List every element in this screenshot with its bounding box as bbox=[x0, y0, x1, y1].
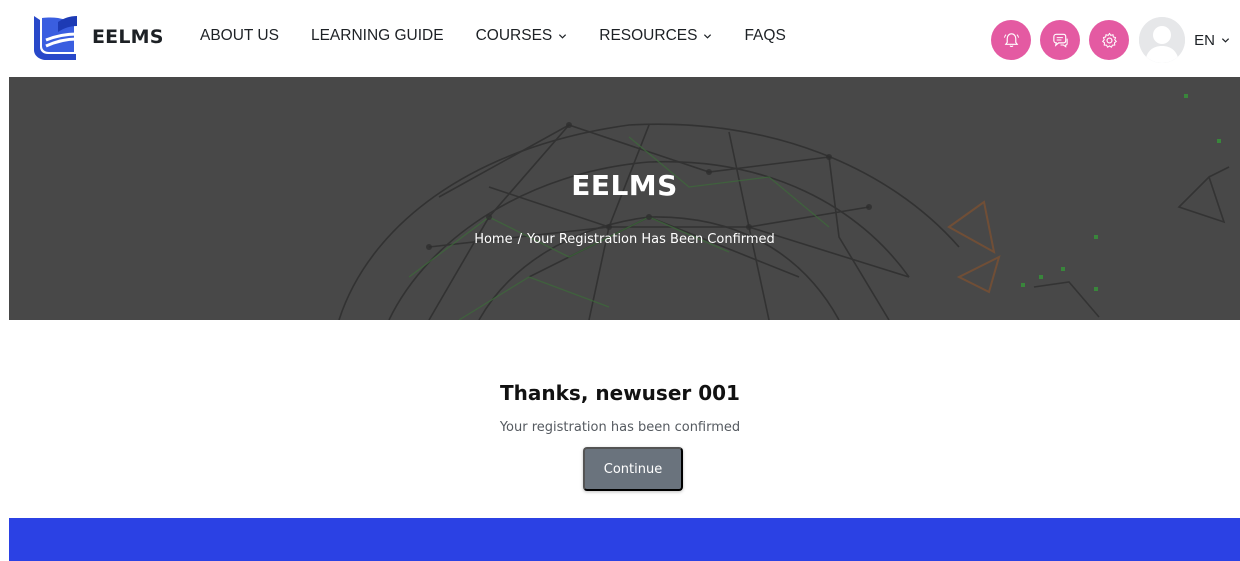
nav-item-label: COURSES bbox=[475, 27, 553, 44]
language-selector[interactable]: EN bbox=[1194, 32, 1230, 49]
nav-item-label: FAQS bbox=[744, 27, 786, 44]
brand-name: EELMS bbox=[92, 26, 164, 48]
messages-icon bbox=[1052, 33, 1068, 48]
default-user-avatar-icon bbox=[1139, 17, 1186, 63]
settings-button[interactable] bbox=[1089, 20, 1130, 60]
nav-item-label: LEARNING GUIDE bbox=[310, 27, 444, 44]
top-navbar: EELMS ABOUT US LEARNING GUIDE COURSES RE… bbox=[0, 0, 1240, 77]
chevron-down-icon bbox=[703, 32, 712, 41]
notification-bell-icon bbox=[1003, 32, 1019, 47]
messages-button[interactable] bbox=[1040, 20, 1081, 60]
book-logo-icon bbox=[34, 16, 78, 60]
nav-item-learning-guide[interactable]: LEARNING GUIDE bbox=[311, 27, 444, 45]
chevron-down-icon bbox=[1221, 32, 1230, 49]
footer-bar bbox=[9, 518, 1240, 561]
chevron-down-icon bbox=[558, 32, 567, 41]
page-title: EELMS bbox=[571, 169, 678, 202]
confirmation-heading: Thanks, newuser 001 bbox=[500, 381, 740, 405]
primary-nav: ABOUT US LEARNING GUIDE COURSES RESOURCE… bbox=[200, 27, 818, 45]
nav-item-label: ABOUT US bbox=[200, 27, 279, 44]
nav-item-about-us[interactable]: ABOUT US bbox=[200, 27, 279, 45]
breadcrumb-current: Your Registration Has Been Confirmed bbox=[526, 232, 775, 247]
nav-item-faqs[interactable]: FAQS bbox=[744, 27, 785, 45]
settings-gear-icon bbox=[1101, 32, 1117, 48]
confirmation-message: Your registration has been confirmed bbox=[499, 420, 741, 435]
user-avatar[interactable] bbox=[1139, 17, 1186, 63]
nav-item-courses[interactable]: COURSES bbox=[476, 27, 568, 45]
continue-button[interactable]: Continue bbox=[583, 447, 683, 491]
breadcrumb: Home / Your Registration Has Been Confirme… bbox=[9, 232, 1240, 247]
notifications-button[interactable] bbox=[991, 20, 1032, 60]
language-label: EN bbox=[1194, 31, 1215, 49]
breadcrumb-separator: / bbox=[517, 232, 522, 247]
breadcrumb-home-link[interactable]: Home bbox=[474, 232, 512, 247]
user-actions: EN bbox=[991, 17, 1230, 63]
nav-item-label: RESOURCES bbox=[599, 27, 698, 44]
page-header-banner: EELMS Home / Your Registration Has Been Co… bbox=[9, 77, 1240, 320]
brand-home-link[interactable]: EELMS bbox=[30, 10, 164, 64]
nav-item-resources[interactable]: RESOURCES bbox=[599, 27, 712, 45]
